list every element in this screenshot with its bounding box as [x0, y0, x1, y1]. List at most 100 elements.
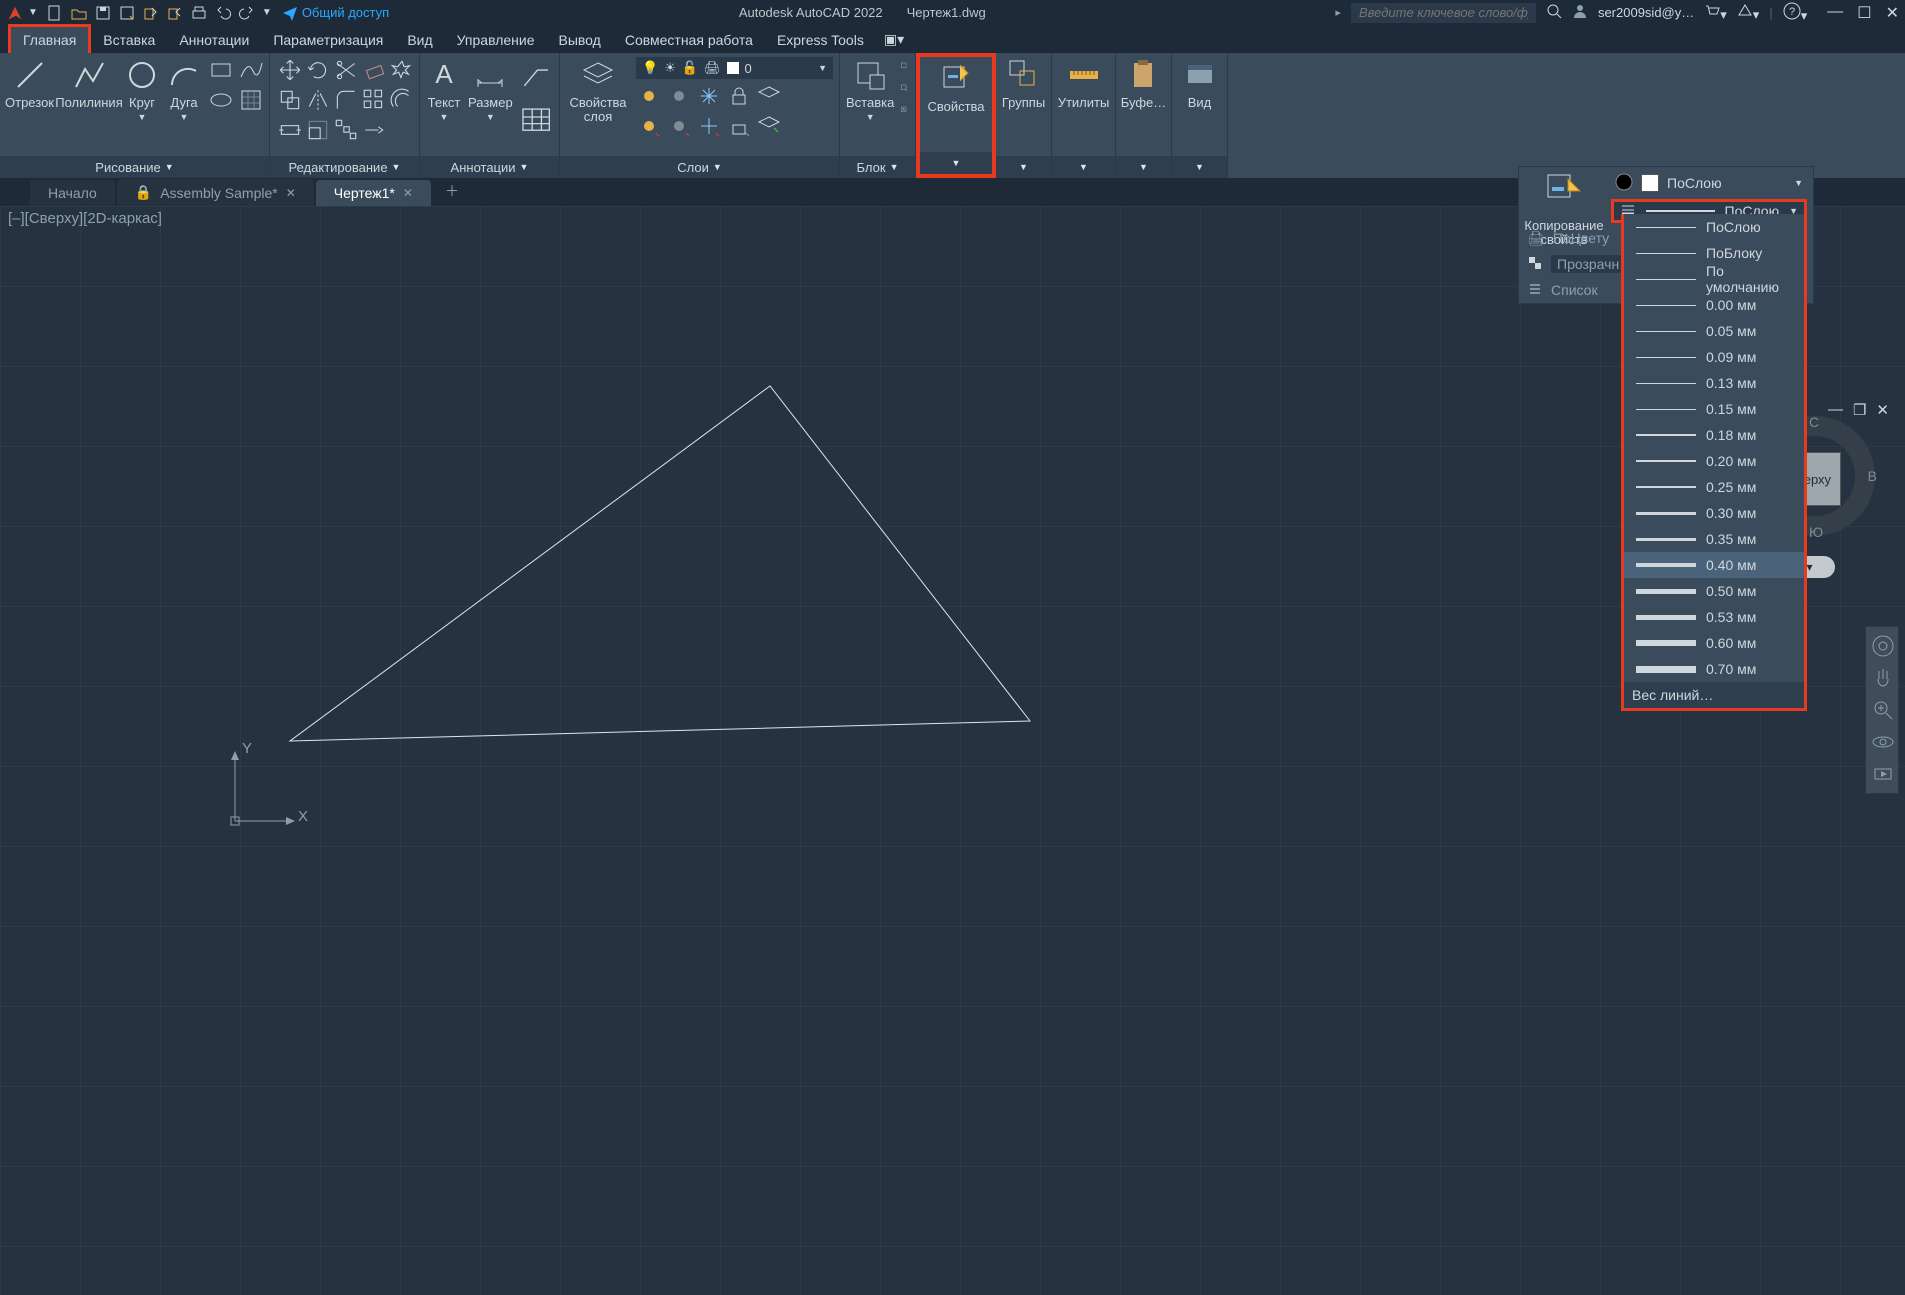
- lineweight-option[interactable]: 0.13 мм: [1624, 370, 1804, 396]
- orbit-icon[interactable]: [1870, 729, 1896, 755]
- lineweight-option[interactable]: 0.35 мм: [1624, 526, 1804, 552]
- file-tab-sample[interactable]: 🔒 Assembly Sample* ✕: [117, 179, 314, 206]
- layulk-icon[interactable]: [696, 113, 722, 139]
- app-logo-icon[interactable]: [6, 4, 24, 22]
- tab-express[interactable]: Express Tools: [765, 27, 876, 53]
- layfrz-icon[interactable]: [696, 83, 722, 109]
- mirror-icon[interactable]: [305, 87, 331, 113]
- panel-properties[interactable]: Свойства ▼: [916, 53, 996, 178]
- table-icon[interactable]: [519, 100, 553, 139]
- layer-props-button[interactable]: Свойства слоя: [566, 57, 630, 125]
- close-icon[interactable]: ✕: [1886, 3, 1899, 23]
- lineweight-option[interactable]: 0.40 мм: [1624, 552, 1804, 578]
- panel-view-label[interactable]: ▼: [1172, 156, 1227, 178]
- search-arrow-icon[interactable]: ▸: [1335, 6, 1341, 19]
- laylck-icon[interactable]: [726, 83, 752, 109]
- panel-annotation-label[interactable]: Аннотации▼: [420, 156, 559, 178]
- paste-button[interactable]: Буфе…: [1121, 57, 1167, 110]
- tab-output[interactable]: Вывод: [547, 27, 613, 53]
- drawing-area[interactable]: [–][Сверху][2D-каркас] Y X — ❐ ✕ С В Ю З…: [0, 206, 1905, 1295]
- lengthen-icon[interactable]: [361, 117, 387, 143]
- tab-collaborate[interactable]: Совместная работа: [613, 27, 765, 53]
- color-combo[interactable]: ПоСлою ▼: [1609, 171, 1809, 195]
- explode-icon[interactable]: [389, 57, 415, 83]
- lineweight-option[interactable]: ПоСлою: [1624, 214, 1804, 240]
- panel-clipboard-label[interactable]: ▼: [1116, 156, 1171, 178]
- circle-button[interactable]: Круг▼: [124, 57, 160, 123]
- insert-block-button[interactable]: Вставка▼: [846, 57, 894, 123]
- triangle-object[interactable]: [240, 381, 1040, 771]
- panel-groups-label[interactable]: ▼: [996, 156, 1051, 178]
- arc-button[interactable]: Дуга▼: [166, 57, 202, 123]
- layoff-icon[interactable]: [636, 83, 662, 109]
- doc-close-icon[interactable]: ✕: [1876, 401, 1889, 419]
- ellipse-icon[interactable]: [208, 87, 234, 113]
- hatch-icon[interactable]: [238, 87, 264, 113]
- file-tab-active[interactable]: Чертеж1* ✕: [316, 180, 431, 206]
- panel-layers-label[interactable]: Слои▼: [560, 156, 839, 178]
- text-button[interactable]: A Текст▼: [426, 57, 462, 140]
- save-icon[interactable]: [94, 4, 112, 22]
- saveweb-icon[interactable]: [166, 4, 184, 22]
- panel-modify-label[interactable]: Редактирование▼: [270, 156, 419, 178]
- lineweight-option[interactable]: 0.25 мм: [1624, 474, 1804, 500]
- ucs-icon[interactable]: Y X: [220, 746, 300, 840]
- copy-icon[interactable]: [277, 87, 303, 113]
- dimension-button[interactable]: Размер▼: [468, 57, 513, 140]
- laythw-icon[interactable]: [666, 113, 692, 139]
- utilities-button[interactable]: Утилиты: [1058, 57, 1110, 110]
- redo-icon[interactable]: [238, 4, 256, 22]
- laycur-icon[interactable]: [756, 113, 782, 139]
- share-button[interactable]: Общий доступ: [282, 5, 389, 21]
- tab-close-icon[interactable]: ✕: [286, 186, 296, 200]
- tab-annotate[interactable]: Аннотации: [167, 27, 261, 53]
- lineweight-option[interactable]: 0.30 мм: [1624, 500, 1804, 526]
- lineweight-option[interactable]: 0.00 мм: [1624, 292, 1804, 318]
- file-tab-start[interactable]: Начало: [30, 180, 115, 206]
- array-path-icon[interactable]: [333, 117, 359, 143]
- search-icon[interactable]: [1546, 3, 1562, 22]
- stretch-icon[interactable]: [277, 117, 303, 143]
- lineweight-option[interactable]: 0.60 мм: [1624, 630, 1804, 656]
- app-menu-arrow-icon[interactable]: ▼: [28, 7, 38, 18]
- zoom-icon[interactable]: [1870, 697, 1896, 723]
- panel-block-label[interactable]: Блок▼: [840, 156, 915, 178]
- groups-button[interactable]: Группы: [1002, 57, 1045, 110]
- move-icon[interactable]: [277, 57, 303, 83]
- fillet-icon[interactable]: [333, 87, 359, 113]
- lineweight-option[interactable]: 0.15 мм: [1624, 396, 1804, 422]
- rect-icon[interactable]: [208, 57, 234, 83]
- lineweight-option[interactable]: 0.05 мм: [1624, 318, 1804, 344]
- leader-icon[interactable]: [519, 57, 553, 96]
- new-icon[interactable]: [46, 4, 64, 22]
- qat-dropdown-icon[interactable]: ▼: [262, 7, 272, 18]
- saveas-icon[interactable]: [118, 4, 136, 22]
- tab-home[interactable]: Главная: [8, 24, 91, 53]
- tab-view[interactable]: Вид: [395, 27, 444, 53]
- showmotion-icon[interactable]: [1870, 761, 1896, 787]
- lineweight-option[interactable]: По умолчанию: [1624, 266, 1804, 292]
- lineweight-option[interactable]: 0.20 мм: [1624, 448, 1804, 474]
- panel-utilities-label[interactable]: ▼: [1052, 156, 1115, 178]
- layer-current-combo[interactable]: 💡 ☀ 🔓 🖨 0 ▼: [636, 57, 833, 79]
- create-block-icon[interactable]: [900, 57, 909, 75]
- tab-overflow-icon[interactable]: ▣▾: [876, 26, 912, 53]
- plot-icon[interactable]: [190, 4, 208, 22]
- tab-parametric[interactable]: Параметризация: [261, 27, 395, 53]
- spline-icon[interactable]: [238, 57, 264, 83]
- lineweight-option[interactable]: 0.18 мм: [1624, 422, 1804, 448]
- new-tab-button[interactable]: ＋: [433, 176, 471, 206]
- lineweight-option[interactable]: 0.50 мм: [1624, 578, 1804, 604]
- trim-icon[interactable]: [333, 57, 359, 83]
- layon-icon[interactable]: [636, 113, 662, 139]
- search-input[interactable]: [1351, 3, 1536, 23]
- user-icon[interactable]: [1572, 3, 1588, 22]
- help-icon[interactable]: ?▾: [1783, 2, 1808, 24]
- open-icon[interactable]: [70, 4, 88, 22]
- lineweight-option[interactable]: 0.70 мм: [1624, 656, 1804, 682]
- scale-icon[interactable]: [305, 117, 331, 143]
- view-controls[interactable]: [–][Сверху][2D-каркас]: [8, 210, 162, 227]
- lineweight-option[interactable]: 0.53 мм: [1624, 604, 1804, 630]
- maximize-icon[interactable]: ☐: [1857, 3, 1871, 23]
- undo-icon[interactable]: [214, 4, 232, 22]
